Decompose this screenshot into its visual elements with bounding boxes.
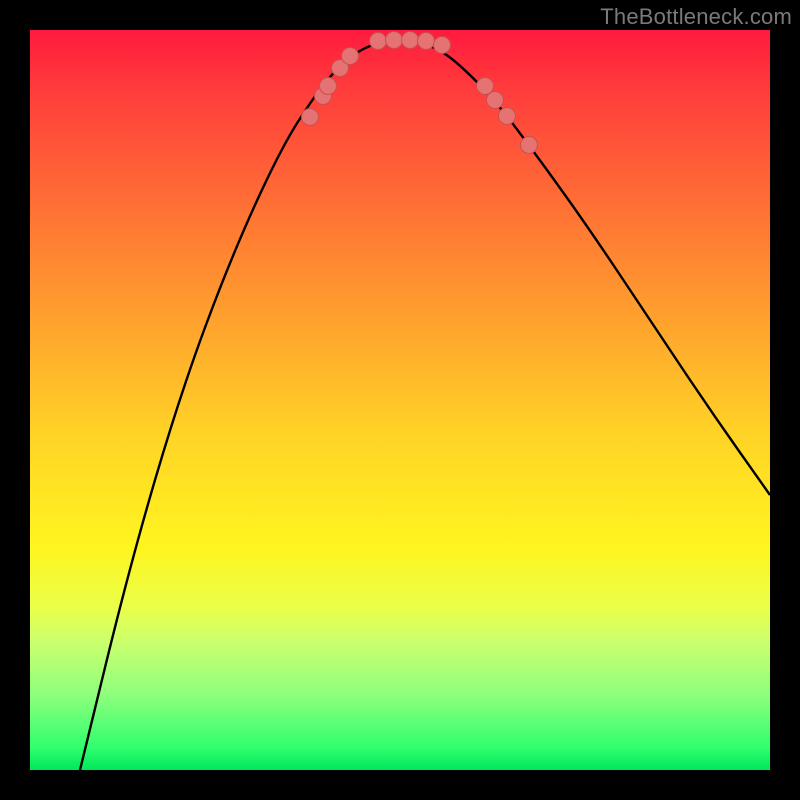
data-point-floor-1 [370,33,387,50]
watermark-text: TheBottleneck.com [600,4,792,30]
data-point-floor-3 [402,32,419,49]
data-point-right-band-1 [477,78,494,95]
chart-frame: TheBottleneck.com [0,0,800,800]
data-point-left-band-1 [302,109,319,126]
data-point-right-band-2 [487,92,504,109]
data-point-right-band-3 [499,108,516,125]
data-point-floor-2 [386,32,403,49]
data-point-left-band-3 [320,78,337,95]
data-points [302,32,538,154]
curve-layer [30,30,770,770]
data-point-left-band-5 [342,48,359,65]
data-point-right-band-4 [521,137,538,154]
bottleneck-curve [80,41,770,771]
data-point-floor-4 [418,33,435,50]
data-point-floor-5 [434,37,451,54]
